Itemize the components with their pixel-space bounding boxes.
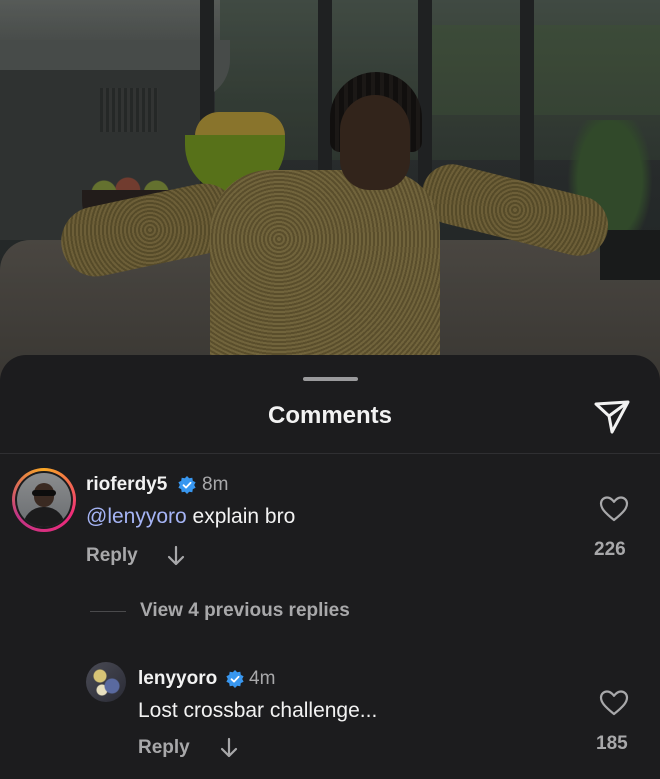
reply-button[interactable]: Reply [86,545,138,567]
avatar[interactable] [17,473,71,527]
mention-link[interactable]: @lenyyoro [86,505,187,528]
comments-sheet: Comments rioferdy5 8m @lenyyoro explain … [0,355,660,779]
sheet-grabber[interactable] [303,377,358,381]
view-previous-replies[interactable]: View 4 previous replies [140,600,350,622]
like-count: 185 [596,733,628,754]
reply-button[interactable]: Reply [138,737,190,759]
replies-divider-line [90,611,126,612]
verified-badge-icon [226,670,244,688]
heart-icon[interactable] [599,689,629,717]
comment-username[interactable]: rioferdy5 [86,474,167,496]
heart-icon[interactable] [599,495,629,523]
sheet-title: Comments [267,402,393,429]
background-photo [0,0,660,400]
comment-time: 8m [202,474,229,495]
header-divider [0,453,660,454]
comment-text: @lenyyoro explain bro [86,505,296,528]
reply-time: 4m [249,668,276,689]
verified-badge-icon [178,476,196,494]
reply-text: Lost crossbar challenge... [138,699,378,722]
reply-username[interactable]: lenyyoro [138,668,217,690]
arrow-down-icon[interactable] [166,545,186,567]
avatar[interactable] [86,662,126,702]
send-icon[interactable] [592,396,632,436]
arrow-down-icon[interactable] [219,737,239,759]
like-count: 226 [594,539,626,560]
avatar-story-ring[interactable] [12,468,76,532]
